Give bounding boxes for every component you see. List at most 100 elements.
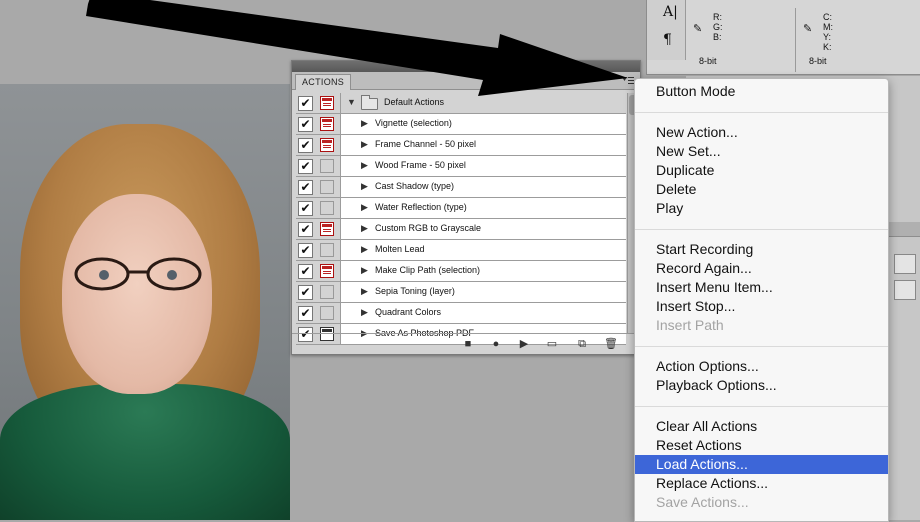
dialog-toggle-icon[interactable] <box>320 96 334 110</box>
dialog-toggle-icon[interactable] <box>320 159 334 173</box>
dialog-toggle-icon[interactable] <box>320 117 334 131</box>
action-row[interactable]: ✔ ▶ Sepia Toning (layer) <box>296 282 626 303</box>
toggle-checkbox[interactable]: ✔ <box>298 201 313 216</box>
action-row-main[interactable]: ▶ Water Reflection (type) <box>340 198 626 218</box>
panel-tab-row: ACTIONS <box>292 72 640 90</box>
face <box>62 194 212 394</box>
menu-item-new-set[interactable]: New Set... <box>635 142 888 161</box>
action-row[interactable]: ✔ ▶ Wood Frame - 50 pixel <box>296 156 626 177</box>
expand-triangle-icon[interactable]: ▶ <box>361 139 368 150</box>
expand-triangle-icon[interactable]: ▶ <box>361 286 368 297</box>
menu-item-start-recording[interactable]: Start Recording <box>635 240 888 259</box>
rgb-bit-depth: 8-bit <box>699 56 717 66</box>
set-row-main[interactable]: ▼ Default Actions <box>340 93 626 113</box>
menu-item-playback-options[interactable]: Playback Options... <box>635 376 888 395</box>
expand-triangle-icon[interactable]: ▶ <box>361 223 368 234</box>
action-row-main[interactable]: ▶ Frame Channel - 50 pixel <box>340 135 626 155</box>
dialog-toggle-icon[interactable] <box>320 285 334 299</box>
menu-item-play[interactable]: Play <box>635 199 888 218</box>
action-row[interactable]: ✔ ▶ Quadrant Colors <box>296 303 626 324</box>
menu-item-load-actions[interactable]: Load Actions... <box>635 455 888 474</box>
action-row[interactable]: ✔ ▶ Custom RGB to Grayscale <box>296 219 626 240</box>
action-row[interactable]: ✔ ▶ Vignette (selection) <box>296 114 626 135</box>
menu-item-save-actions: Save Actions... <box>656 494 749 510</box>
expand-triangle-icon[interactable]: ▶ <box>361 202 368 213</box>
toggle-checkbox[interactable]: ✔ <box>298 96 313 111</box>
menu-item-delete[interactable]: Delete <box>635 180 888 199</box>
panel-titlebar[interactable] <box>292 61 640 72</box>
character-panel-icon[interactable]: A| <box>663 4 678 20</box>
action-row[interactable]: ✔ ▶ Frame Channel - 50 pixel <box>296 135 626 156</box>
paragraph-panel-icon[interactable]: ¶ <box>663 32 672 48</box>
toggle-checkbox[interactable]: ✔ <box>298 180 313 195</box>
expand-triangle-icon[interactable]: ▶ <box>361 244 368 255</box>
expand-triangle-icon[interactable]: ▼ <box>347 97 356 107</box>
record-icon[interactable]: ● <box>490 338 502 350</box>
tab-actions[interactable]: ACTIONS <box>295 74 352 90</box>
action-name: Water Reflection (type) <box>375 202 467 212</box>
toggle-checkbox[interactable]: ✔ <box>298 159 313 174</box>
menu-item-reset-actions[interactable]: Reset Actions <box>635 436 888 455</box>
play-icon[interactable]: ▶ <box>518 338 530 350</box>
action-row-main[interactable]: ▶ Vignette (selection) <box>340 114 626 134</box>
new-set-icon[interactable]: ▭ <box>546 338 558 350</box>
toggle-checkbox[interactable]: ✔ <box>298 222 313 237</box>
menu-item-new-action[interactable]: New Action... <box>635 123 888 142</box>
eyedropper-icon: ✎ <box>803 23 813 35</box>
panel-dropdown[interactable] <box>894 280 916 300</box>
dialog-toggle-icon[interactable] <box>320 243 334 257</box>
action-row-main[interactable]: ▶ Custom RGB to Grayscale <box>340 219 626 239</box>
menu-item-replace-actions[interactable]: Replace Actions... <box>635 474 888 493</box>
action-row-main[interactable]: ▶ Quadrant Colors <box>340 303 626 323</box>
panel-dropdown[interactable] <box>894 254 916 274</box>
toggle-checkbox[interactable]: ✔ <box>298 306 313 321</box>
action-row[interactable]: ✔ ▶ Cast Shadow (type) <box>296 177 626 198</box>
action-name: Cast Shadow (type) <box>375 181 455 191</box>
menu-item-action-options[interactable]: Action Options... <box>635 357 888 376</box>
dialog-toggle-icon[interactable] <box>320 264 334 278</box>
dialog-toggle-icon[interactable] <box>320 306 334 320</box>
actions-toolbar: ■ ● ▶ ▭ ⧉ 🗑 <box>292 333 640 354</box>
action-row-main[interactable]: ▶ Wood Frame - 50 pixel <box>340 156 626 176</box>
toggle-checkbox[interactable]: ✔ <box>298 264 313 279</box>
toggle-checkbox[interactable]: ✔ <box>298 138 313 153</box>
expand-triangle-icon[interactable]: ▶ <box>361 118 368 129</box>
expand-triangle-icon[interactable]: ▶ <box>361 181 368 192</box>
action-name: Make Clip Path (selection) <box>375 265 481 275</box>
action-row[interactable]: ✔ ▶ Make Clip Path (selection) <box>296 261 626 282</box>
set-name: Default Actions <box>384 97 445 107</box>
action-row-main[interactable]: ▶ Sepia Toning (layer) <box>340 282 626 302</box>
action-row[interactable]: ✔ ▶ Molten Lead <box>296 240 626 261</box>
menu-item-button-mode[interactable]: Button Mode <box>635 82 888 101</box>
expand-triangle-icon[interactable]: ▶ <box>361 160 368 171</box>
menu-item-clear-all-actions[interactable]: Clear All Actions <box>635 417 888 436</box>
trash-icon[interactable]: 🗑 <box>604 338 618 350</box>
portrait-photo <box>0 84 290 520</box>
action-set-row[interactable]: ✔ ▼ Default Actions <box>296 93 626 114</box>
channel-r: R: <box>713 12 722 22</box>
toggle-checkbox[interactable]: ✔ <box>298 285 313 300</box>
stop-icon[interactable]: ■ <box>462 338 474 350</box>
rgb-readout: ✎ R: G: B: 8-bit <box>687 8 796 72</box>
toggle-checkbox[interactable]: ✔ <box>298 243 313 258</box>
menu-item-insert-menu-item[interactable]: Insert Menu Item... <box>635 278 888 297</box>
expand-triangle-icon[interactable]: ▶ <box>361 307 368 318</box>
menu-separator <box>635 406 888 407</box>
action-row-main[interactable]: ▶ Cast Shadow (type) <box>340 177 626 197</box>
expand-triangle-icon[interactable]: ▶ <box>361 265 368 276</box>
panel-menu-icon[interactable] <box>622 76 634 85</box>
action-row-main[interactable]: ▶ Molten Lead <box>340 240 626 260</box>
menu-item-insert-stop[interactable]: Insert Stop... <box>635 297 888 316</box>
action-row[interactable]: ✔ ▶ Water Reflection (type) <box>296 198 626 219</box>
action-row-main[interactable]: ▶ Make Clip Path (selection) <box>340 261 626 281</box>
dialog-toggle-icon[interactable] <box>320 138 334 152</box>
menu-item-record-again[interactable]: Record Again... <box>635 259 888 278</box>
dialog-toggle-icon[interactable] <box>320 222 334 236</box>
dialog-toggle-icon[interactable] <box>320 201 334 215</box>
toggle-checkbox[interactable]: ✔ <box>298 117 313 132</box>
new-action-icon[interactable]: ⧉ <box>576 338 588 350</box>
green-shirt <box>0 384 290 520</box>
channel-b: B: <box>713 32 722 42</box>
menu-item-duplicate[interactable]: Duplicate <box>635 161 888 180</box>
dialog-toggle-icon[interactable] <box>320 180 334 194</box>
